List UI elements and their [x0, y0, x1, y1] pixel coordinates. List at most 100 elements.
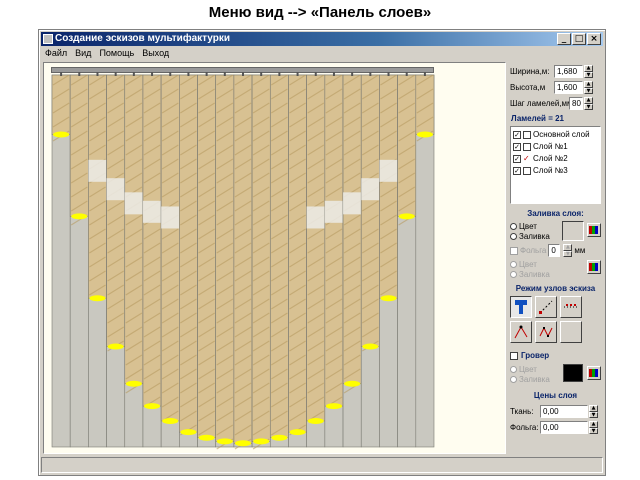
layer-color-checkbox[interactable] — [523, 142, 531, 151]
window-titlebar[interactable]: Создание эскизов мультифактурки _ □ × — [41, 32, 603, 46]
fabric-price-spinner[interactable]: ▲ ▼ — [589, 405, 598, 418]
layer-color-checkbox[interactable] — [523, 130, 531, 139]
fill-color-radio[interactable] — [510, 223, 517, 230]
fill-fill-radio[interactable] — [510, 233, 517, 240]
step-input[interactable]: 80 — [569, 97, 583, 110]
lamel[interactable] — [415, 72, 435, 448]
dots-icon[interactable] — [560, 296, 582, 318]
layer-name: Основной слой — [533, 130, 590, 139]
lamel[interactable] — [88, 72, 107, 448]
app-window: Создание эскизов мультифактурки _ □ × Фа… — [38, 29, 606, 476]
fabric-price-label: Ткань: — [510, 407, 534, 416]
curtain-drawing[interactable] — [44, 63, 507, 455]
palette-button[interactable] — [587, 366, 601, 380]
status-bar — [41, 457, 603, 473]
grover-fill-label: Заливка — [519, 375, 550, 384]
layer-item[interactable]: ✓ ✓ Слой №2 — [513, 153, 568, 164]
foil-checkbox[interactable] — [510, 246, 518, 255]
lamel[interactable] — [124, 72, 144, 448]
foil-price-input[interactable]: 0,00 — [540, 421, 588, 434]
pointer-icon[interactable] — [510, 296, 532, 318]
mode-title: Режим узлов эскиза — [515, 284, 596, 293]
lamel[interactable] — [306, 72, 326, 448]
layer-visible-checkbox[interactable]: ✓ — [513, 154, 521, 163]
layer-list[interactable]: ✓ Основной слой ✓ Слой №1 ✓ ✓ Слой №2 ✓ … — [510, 126, 601, 204]
lamel[interactable] — [233, 72, 253, 450]
close-button[interactable]: × — [587, 33, 601, 45]
layer-item[interactable]: ✓ Слой №3 — [513, 165, 568, 176]
lamel[interactable] — [142, 72, 162, 448]
layer-visible-checkbox[interactable]: ✓ — [513, 142, 521, 151]
layer-color-checkbox[interactable] — [523, 166, 531, 175]
foil-fill-radio[interactable] — [510, 271, 517, 278]
foil-price-spinner[interactable]: ▲ ▼ — [589, 421, 598, 434]
menu-file[interactable]: Файл — [45, 47, 67, 60]
width-input[interactable]: 1,680 — [554, 65, 583, 78]
layer-item[interactable]: ✓ Основной слой — [513, 129, 590, 140]
fill-fill-label: Заливка — [519, 232, 550, 241]
fill-fill-option[interactable]: Заливка — [510, 230, 550, 243]
menu-help[interactable]: Помощь — [99, 47, 134, 60]
app-icon — [43, 34, 53, 44]
grover-checkbox[interactable] — [510, 351, 518, 360]
lamel[interactable] — [69, 72, 89, 448]
lamel[interactable] — [288, 72, 307, 448]
prices-title: Цены слоя — [533, 391, 578, 400]
layer-item[interactable]: ✓ Слой №1 — [513, 141, 568, 152]
grover-fill-radio[interactable] — [510, 376, 517, 383]
minimize-button[interactable]: _ — [557, 33, 571, 45]
lamel[interactable] — [342, 72, 362, 448]
foil-color-radio[interactable] — [510, 261, 517, 268]
grover-option[interactable]: Гровер — [510, 349, 549, 362]
slide-title: Меню вид --> «Панель слоев» — [208, 4, 432, 21]
lamel[interactable] — [269, 72, 289, 448]
foil-price-label: Фольга: — [510, 423, 539, 432]
foil-fill-label: Заливка — [519, 270, 550, 279]
step-label: Шаг ламелей,мм — [510, 99, 573, 108]
fill-swatch[interactable] — [562, 221, 584, 241]
height-spinner[interactable]: ▲ ▼ — [584, 81, 593, 94]
maximize-button[interactable]: □ — [572, 33, 586, 45]
blank-tool[interactable] — [560, 321, 582, 343]
lamel[interactable] — [379, 72, 398, 448]
foil-option[interactable]: Фольга 0 ▲ ▼ мм — [510, 244, 585, 257]
width-label: Ширина,м: — [510, 67, 550, 76]
step-spinner[interactable]: ▲ ▼ — [584, 97, 593, 110]
menu-view[interactable]: Вид — [75, 47, 91, 60]
width-spinner[interactable]: ▲ ▼ — [584, 65, 593, 78]
sketch-canvas[interactable] — [43, 62, 506, 454]
palette-button[interactable] — [587, 223, 601, 237]
lamel[interactable] — [197, 72, 217, 448]
palette-button[interactable] — [587, 260, 601, 274]
lamel[interactable] — [360, 72, 380, 448]
lamel[interactable] — [106, 72, 126, 448]
grover-color-radio[interactable] — [510, 366, 517, 373]
height-input[interactable]: 1,600 — [554, 81, 583, 94]
lamel[interactable] — [160, 72, 180, 448]
layer-visible-checkbox[interactable]: ✓ — [513, 130, 521, 139]
menu-exit[interactable]: Выход — [142, 47, 169, 60]
lamels-count: Ламелей = 21 — [511, 114, 564, 123]
curve-icon[interactable] — [510, 321, 532, 343]
foil-unit: мм — [574, 246, 586, 255]
grover-fill-option[interactable]: Заливка — [510, 373, 550, 386]
layer-visible-checkbox[interactable]: ✓ — [513, 166, 521, 175]
foil-input[interactable]: 0 — [548, 244, 561, 257]
window-title: Создание эскизов мультифактурки — [55, 33, 230, 44]
foil-spinner[interactable]: ▲ ▼ — [563, 244, 573, 257]
grover-swatch[interactable] — [563, 364, 583, 382]
lamel[interactable] — [215, 72, 235, 450]
layers-panel: Ширина,м: 1,680 ▲ ▼ Высота,м 1,600 ▲ ▼ Шаг… — [508, 62, 603, 454]
grover-label: Гровер — [521, 351, 550, 360]
lamel[interactable] — [51, 72, 71, 448]
node-edit-icon[interactable] — [535, 321, 557, 343]
lamel[interactable] — [324, 72, 344, 448]
fill-title: Заливка слоя: — [527, 209, 584, 218]
line-icon[interactable] — [535, 296, 557, 318]
height-label: Высота,м — [510, 83, 546, 92]
lamel[interactable] — [251, 72, 271, 450]
foil-fill-option[interactable]: Заливка — [510, 268, 550, 281]
fabric-price-input[interactable]: 0,00 — [540, 405, 588, 418]
lamel[interactable] — [397, 72, 417, 448]
lamel[interactable] — [179, 72, 198, 448]
